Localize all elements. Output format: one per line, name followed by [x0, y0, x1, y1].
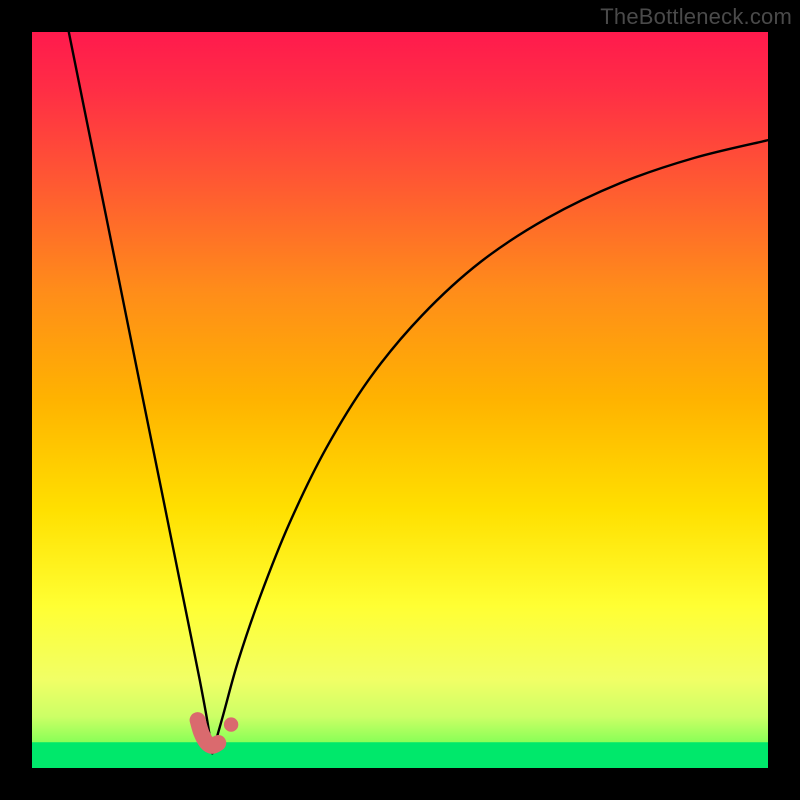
chart-plot-area: [32, 32, 768, 768]
watermark-text: TheBottleneck.com: [600, 4, 792, 30]
green-band: [32, 742, 768, 768]
chart-outer-frame: TheBottleneck.com: [0, 0, 800, 800]
chart-svg: [32, 32, 768, 768]
highlight-marker-dab: [224, 717, 238, 731]
